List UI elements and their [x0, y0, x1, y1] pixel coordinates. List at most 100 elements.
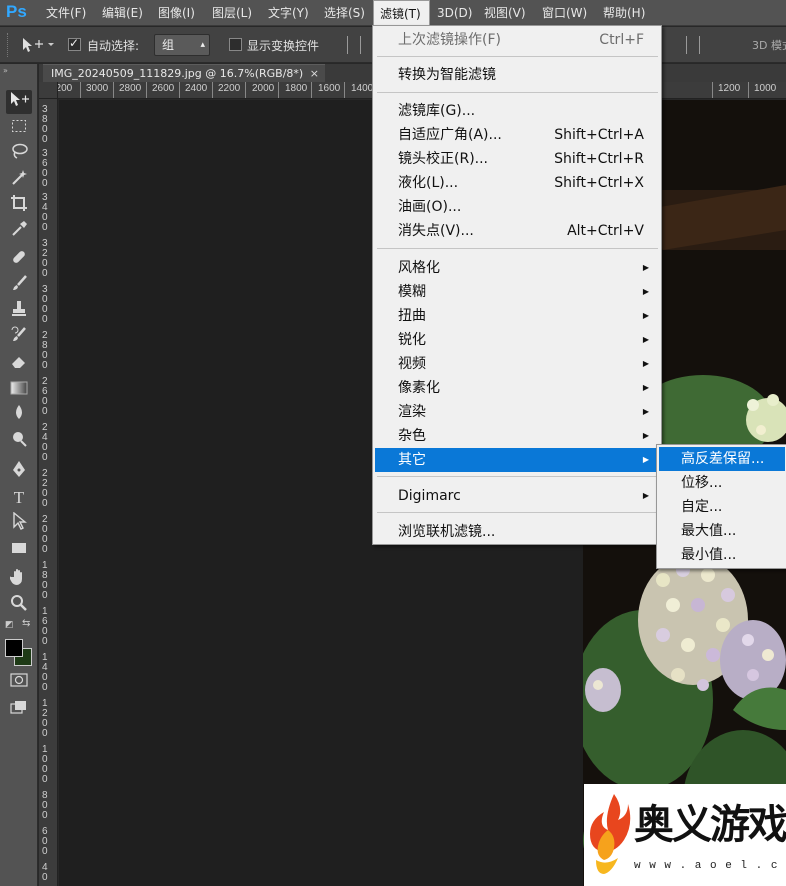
eraser-tool-icon[interactable]	[6, 352, 32, 376]
menu-layer[interactable]: 图层(L)	[206, 0, 258, 26]
menu-item-blur[interactable]: 模糊 ▶	[375, 280, 660, 304]
menu-item-browse-online-filters[interactable]: 浏览联机滤镜...	[375, 520, 660, 544]
menu-item-pixelate[interactable]: 像素化 ▶	[375, 376, 660, 400]
menu-item-label: 其它	[398, 452, 426, 468]
move-tool-preset-icon[interactable]	[20, 35, 54, 55]
clone-stamp-icon[interactable]	[6, 300, 32, 324]
brush-tool-icon[interactable]	[6, 274, 32, 298]
auto-select-label: 自动选择:	[87, 39, 140, 53]
lasso-tool-icon[interactable]	[6, 142, 32, 166]
menu-separator	[377, 56, 658, 57]
ruler-tick	[212, 82, 213, 98]
swap-colors-icon[interactable]: ⇆	[22, 618, 30, 629]
show-transform-checkbox[interactable]	[229, 38, 242, 51]
rectangle-tool-icon[interactable]	[6, 538, 32, 562]
menu-item-digimarc[interactable]: Digimarc ▶	[375, 484, 660, 508]
marquee-tool-icon[interactable]	[6, 116, 32, 140]
show-transform-label: 显示变换控件	[247, 39, 320, 53]
menu-view[interactable]: 视图(V)	[478, 0, 532, 26]
pen-tool-icon[interactable]	[6, 460, 32, 484]
menu-item-filter-gallery[interactable]: 滤镜库(G)...	[375, 99, 660, 123]
menu-item-label: 浏览联机滤镜...	[398, 524, 496, 540]
submenu-arrow-icon: ▶	[642, 383, 649, 392]
menu-item-other[interactable]: 其它 ▶	[375, 448, 660, 472]
screen-mode-icon[interactable]	[6, 698, 32, 722]
menu-item-distort[interactable]: 扭曲 ▶	[375, 304, 660, 328]
document-tab[interactable]: IMG_20240509_111829.jpg @ 16.7%(RGB/8*) …	[43, 64, 325, 82]
menu-type[interactable]: 文字(Y)	[262, 0, 315, 26]
submenu-item-maximum[interactable]: 最大值...	[659, 519, 785, 543]
menu-select[interactable]: 选择(S)	[318, 0, 371, 26]
history-brush-icon[interactable]	[6, 326, 32, 350]
default-colors-icon[interactable]: ◩	[5, 620, 14, 630]
menu-item-convert-smart-filter[interactable]: 转换为智能滤镜	[375, 63, 660, 87]
zoom-tool-icon[interactable]	[6, 594, 32, 618]
menu-item-label: 像素化	[398, 380, 440, 396]
hand-tool-icon[interactable]	[6, 568, 32, 592]
ruler-label: 2800	[119, 83, 142, 94]
auto-select-checkbox[interactable]	[68, 36, 81, 51]
foreground-color-swatch[interactable]	[5, 639, 23, 657]
magic-wand-icon[interactable]	[6, 168, 32, 192]
menu-3d[interactable]: 3D(D)	[431, 0, 478, 26]
menu-item-noise[interactable]: 杂色 ▶	[375, 424, 660, 448]
submenu-item-offset[interactable]: 位移...	[659, 471, 785, 495]
submenu-item-label: 位移...	[681, 475, 723, 491]
blur-tool-icon[interactable]	[6, 404, 32, 428]
submenu-item-custom[interactable]: 自定...	[659, 495, 785, 519]
menu-item-adaptive-wide-angle[interactable]: 自适应广角(A)... Shift+Ctrl+A	[375, 123, 660, 147]
path-selection-icon[interactable]	[6, 511, 32, 536]
ruler-digit: 0	[42, 222, 48, 233]
menu-image[interactable]: 图像(I)	[152, 0, 201, 26]
menu-edit[interactable]: 编辑(E)	[96, 0, 149, 26]
ruler-origin[interactable]	[39, 82, 58, 99]
menu-item-label: Digimarc	[398, 488, 461, 504]
dodge-tool-icon[interactable]	[6, 430, 32, 454]
distribute-icon[interactable]	[686, 36, 700, 54]
menu-window[interactable]: 窗口(W)	[536, 0, 593, 26]
eyedropper-icon[interactable]	[6, 220, 32, 244]
auto-select-dropdown[interactable]: 组 ▴	[154, 34, 210, 56]
menu-item-label: 液化(L)...	[398, 175, 459, 191]
menu-separator	[377, 512, 658, 513]
move-tool-icon[interactable]	[6, 90, 32, 114]
submenu-arrow-icon: ▶	[642, 431, 649, 440]
gradient-tool-icon[interactable]	[6, 378, 32, 402]
menu-item-label: 消失点(V)...	[398, 223, 474, 239]
menu-item-stylize[interactable]: 风格化 ▶	[375, 256, 660, 280]
menu-item-oil-paint[interactable]: 油画(O)...	[375, 195, 660, 219]
ruler-digit: 0	[42, 406, 48, 417]
menu-help[interactable]: 帮助(H)	[597, 0, 651, 26]
options-bar-grip[interactable]	[7, 33, 10, 57]
ruler-digit: 0	[42, 774, 48, 785]
ruler-digit: 0	[42, 846, 48, 857]
type-tool-icon[interactable]: T	[6, 486, 32, 510]
crop-tool-icon[interactable]	[6, 194, 32, 218]
menu-item-render[interactable]: 渲染 ▶	[375, 400, 660, 424]
align-top-icon[interactable]	[347, 36, 361, 54]
quick-mask-icon[interactable]	[6, 670, 32, 694]
submenu-item-label: 最小值...	[681, 547, 737, 563]
menu-item-label: 锐化	[398, 332, 426, 348]
menu-item-vanishing-point[interactable]: 消失点(V)... Alt+Ctrl+V	[375, 219, 660, 243]
menu-filter[interactable]: 滤镜(T)	[373, 0, 430, 26]
menu-file[interactable]: 文件(F)	[40, 0, 92, 26]
close-tab-icon[interactable]: ×	[310, 65, 319, 82]
menu-item-last-filter[interactable]: 上次滤镜操作(F) Ctrl+F	[375, 28, 660, 52]
ruler-tick	[278, 82, 279, 98]
ruler-tick	[344, 82, 345, 98]
submenu-item-high-pass[interactable]: 高反差保留...	[659, 447, 785, 471]
menu-item-lens-correction[interactable]: 镜头校正(R)... Shift+Ctrl+R	[375, 147, 660, 171]
submenu-item-minimum[interactable]: 最小值...	[659, 543, 785, 567]
submenu-arrow-icon: ▶	[642, 359, 649, 368]
submenu-arrow-icon: ▶	[642, 491, 649, 500]
healing-brush-icon[interactable]	[6, 248, 32, 272]
menu-item-liquify[interactable]: 液化(L)... Shift+Ctrl+X	[375, 171, 660, 195]
ruler-digit: 0	[42, 544, 48, 555]
photoshop-logo: Ps	[6, 2, 27, 21]
menu-bar: Ps 文件(F) 编辑(E) 图像(I) 图层(L) 文字(Y) 选择(S) 滤…	[0, 0, 786, 26]
collapse-panel-icon[interactable]: »	[3, 66, 8, 75]
menu-item-video[interactable]: 视频 ▶	[375, 352, 660, 376]
menu-item-sharpen[interactable]: 锐化 ▶	[375, 328, 660, 352]
vertical-ruler[interactable]: 3 8 0 0 3 6 0 0 3 4 0 0 3 2 0 0 3 0 0 0 …	[39, 99, 58, 886]
